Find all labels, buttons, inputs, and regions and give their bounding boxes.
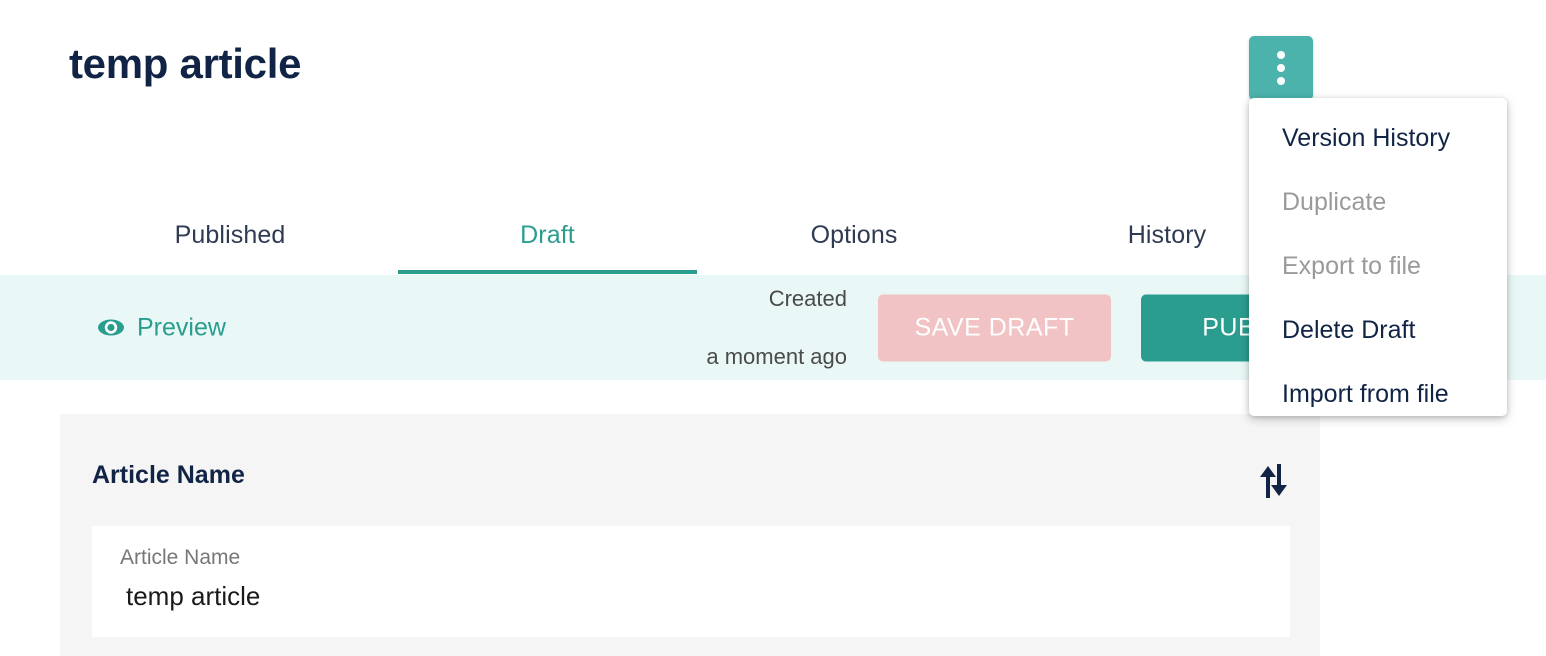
article-name-input-label: Article Name — [120, 546, 241, 569]
sort-up-down-icon[interactable] — [1255, 460, 1289, 500]
preview-button[interactable]: Preview — [97, 313, 226, 342]
menu-item-delete-draft-label: Delete Draft — [1282, 315, 1416, 344]
tab-published[interactable]: Published — [99, 196, 361, 274]
article-editor-page: temp article Published Draft Options His… — [0, 0, 1546, 656]
menu-item-import-from-file-label: Import from file — [1282, 379, 1449, 408]
created-label: Created — [768, 285, 847, 311]
kebab-dot-3 — [1277, 77, 1285, 85]
eye-icon — [98, 319, 124, 336]
tab-draft-label: Draft — [520, 220, 575, 249]
tab-published-label: Published — [174, 220, 286, 249]
menu-item-version-history-label: Version History — [1282, 123, 1451, 152]
created-value: a moment ago — [706, 344, 847, 370]
menu-item-version-history[interactable]: Version History — [1249, 106, 1507, 170]
tab-options-label: Options — [810, 220, 898, 249]
kebab-menu-button[interactable] — [1249, 36, 1313, 100]
preview-label: Preview — [137, 313, 226, 341]
menu-item-duplicate-label: Duplicate — [1282, 187, 1387, 216]
kebab-dot-2 — [1277, 64, 1285, 72]
menu-item-duplicate: Duplicate — [1249, 170, 1507, 234]
overflow-menu: Version History Duplicate Export to file… — [1249, 98, 1507, 416]
article-name-card: Article Name Article Name temp article — [60, 414, 1320, 656]
save-draft-button[interactable]: SAVE DRAFT — [878, 294, 1111, 361]
card-heading: Article Name — [92, 461, 245, 489]
page-title: temp article — [69, 40, 302, 87]
menu-item-export-to-file-label: Export to file — [1282, 251, 1421, 280]
tab-history-label: History — [1127, 220, 1207, 249]
article-name-input-value: temp article — [126, 581, 261, 611]
article-name-input[interactable]: Article Name temp article — [92, 526, 1290, 637]
menu-item-delete-draft[interactable]: Delete Draft — [1249, 298, 1507, 362]
kebab-dot-1 — [1277, 51, 1285, 59]
menu-item-export-to-file: Export to file — [1249, 234, 1507, 298]
menu-item-import-from-file[interactable]: Import from file — [1249, 362, 1507, 416]
created-timestamp: Created a moment ago — [640, 254, 847, 400]
